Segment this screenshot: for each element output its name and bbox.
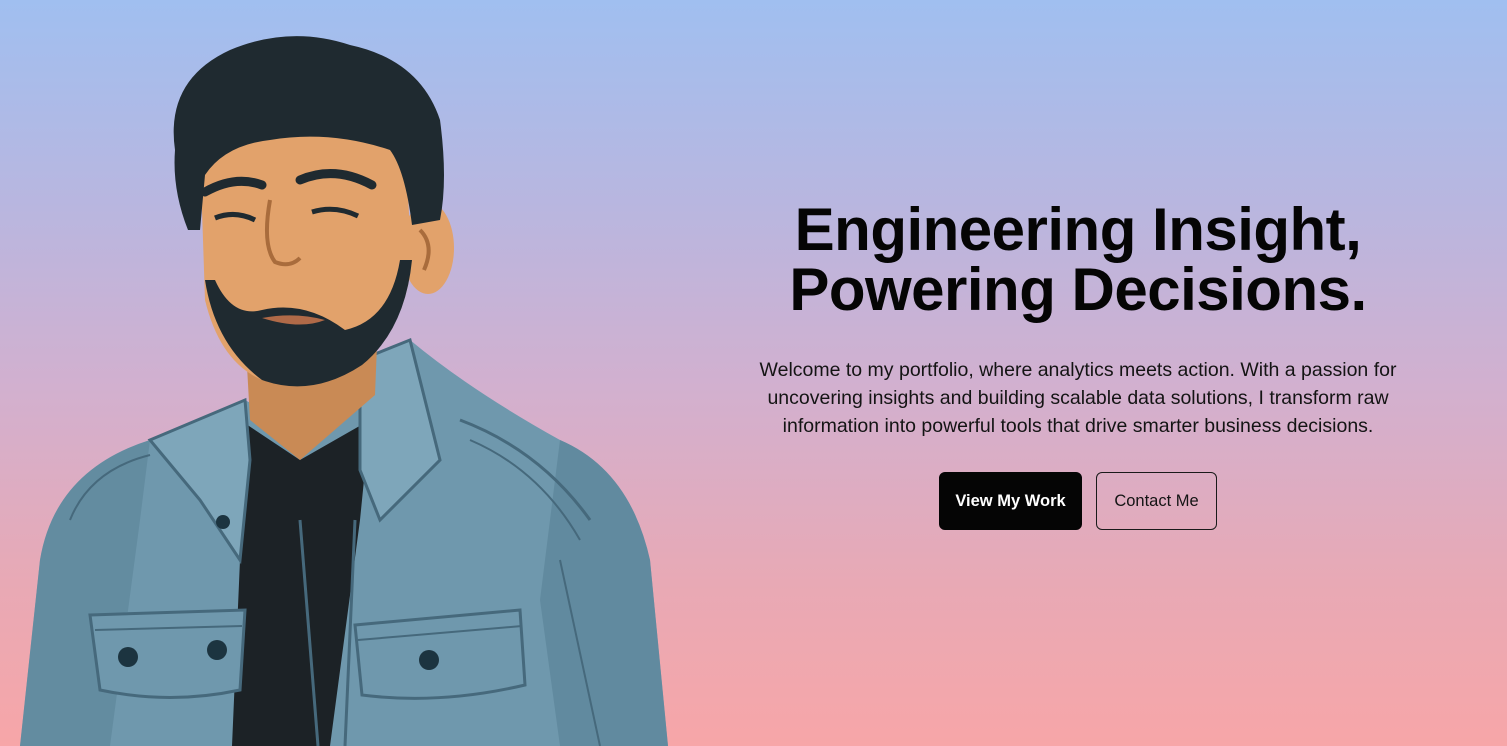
contact-me-button[interactable]: Contact Me: [1096, 472, 1217, 530]
view-my-work-button[interactable]: View My Work: [939, 472, 1082, 530]
hero-section: Engineering Insight, Powering Decisions.…: [0, 0, 1507, 746]
hero-actions: View My Work Contact Me: [720, 472, 1436, 530]
headline-line-1: Engineering Insight,: [794, 196, 1362, 263]
headline-line-2: Powering Decisions.: [789, 256, 1367, 323]
man-portrait-icon: [20, 36, 668, 746]
hero-intro-text: Welcome to my portfolio, where analytics…: [759, 359, 1397, 437]
portrait-illustration: [0, 0, 700, 746]
hero-content: Engineering Insight, Powering Decisions.…: [720, 200, 1436, 530]
hero-headline: Engineering Insight, Powering Decisions.: [720, 200, 1436, 320]
